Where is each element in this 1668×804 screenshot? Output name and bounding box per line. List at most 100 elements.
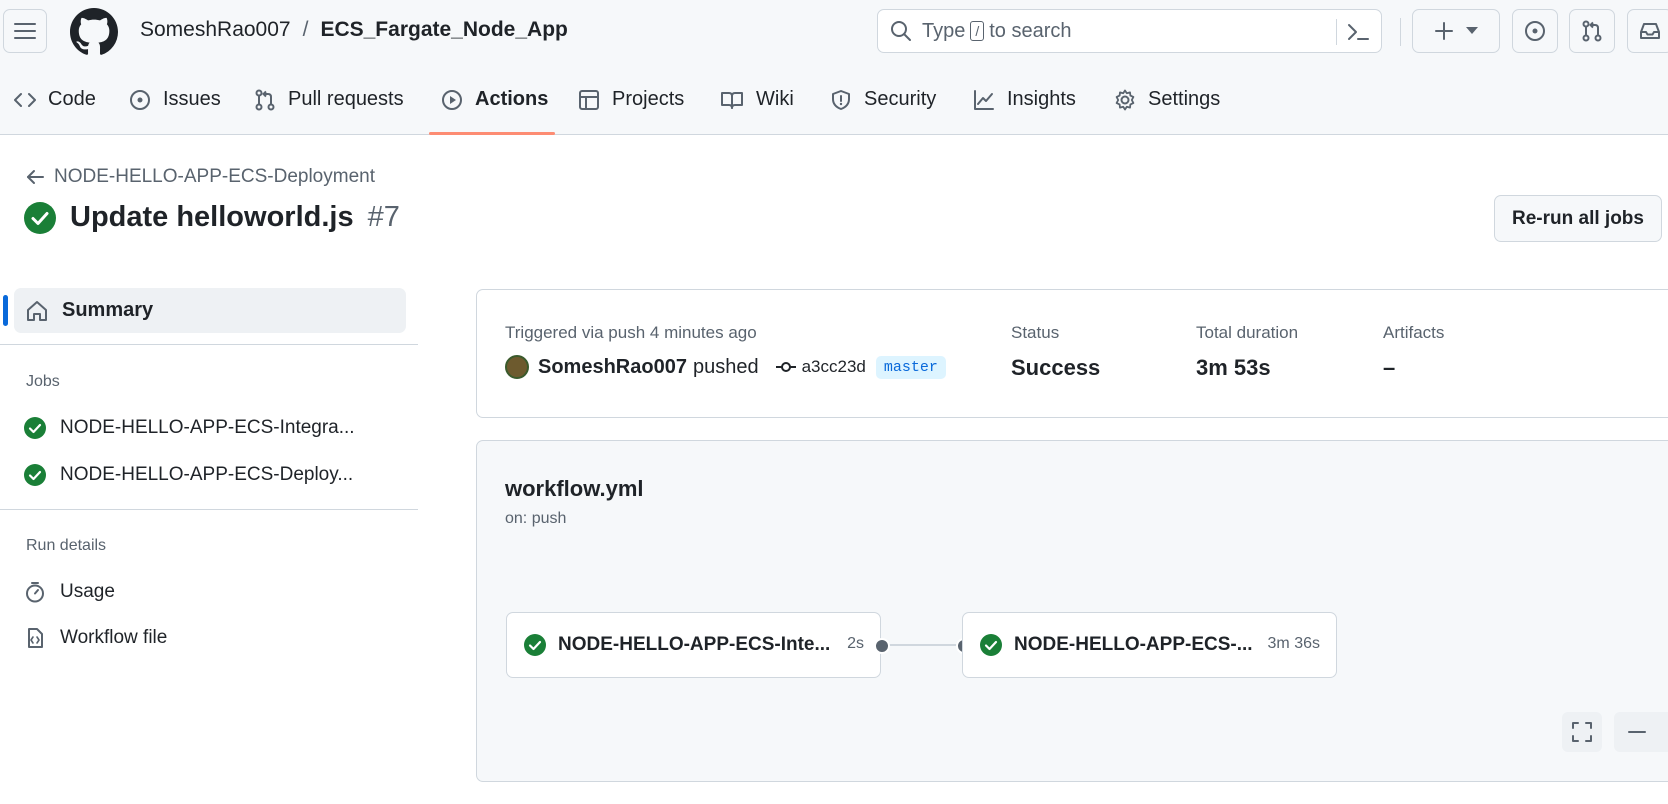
table-icon: [579, 89, 599, 110]
screen-full-icon: [1572, 722, 1592, 742]
tab-insights-label: Insights: [1007, 88, 1076, 110]
sidebar-job-label: NODE-HELLO-APP-ECS-Integra...: [60, 417, 355, 438]
arrow-left-icon: [27, 170, 44, 184]
play-icon: [442, 89, 462, 110]
issue-opened-icon: [130, 89, 150, 110]
trigger-info: Triggered via push 4 minutes ago: [505, 323, 757, 342]
search-placeholder: Type / to search: [922, 20, 1072, 43]
active-tab-indicator: [429, 132, 555, 135]
duration-stat: Total duration 3m 53s: [1196, 323, 1298, 381]
tab-actions-label: Actions: [475, 88, 549, 110]
zoom-out-button[interactable]: [1614, 712, 1668, 752]
check-circle-fill-icon: [24, 201, 56, 234]
header-separator: [1400, 18, 1401, 46]
tab-projects-label: Projects: [612, 88, 685, 110]
job-node-deployment[interactable]: NODE-HELLO-APP-ECS-... 3m 36s: [962, 612, 1337, 678]
repo-breadcrumb: SomeshRao007 / ECS_Fargate_Node_App: [140, 18, 568, 42]
tab-insights[interactable]: Insights: [973, 64, 1076, 135]
duration-label: Total duration: [1196, 323, 1299, 342]
search-placeholder-prefix: Type: [922, 19, 966, 42]
workflow-graph-card: workflow.yml on: push NODE-HELLO-APP-ECS…: [476, 440, 1668, 782]
create-new-button[interactable]: [1412, 9, 1500, 53]
book-icon: [721, 91, 743, 109]
repo-owner-link[interactable]: SomeshRao007: [140, 18, 291, 42]
job-duration: 3m 36s: [1267, 635, 1320, 652]
artifacts-value: –: [1383, 355, 1396, 380]
sidebar-item-label: Summary: [62, 299, 154, 321]
branch-badge[interactable]: master: [875, 355, 946, 379]
hamburger-icon: [14, 23, 36, 39]
github-logo-icon[interactable]: [70, 8, 118, 56]
tab-security-label: Security: [864, 88, 937, 110]
inbox-button[interactable]: [1627, 9, 1668, 53]
sidebar-job-integration[interactable]: NODE-HELLO-APP-ECS-Integra...: [24, 417, 355, 439]
tab-settings[interactable]: Settings: [1114, 64, 1220, 135]
sidebar-item-label: Workflow file: [60, 627, 168, 648]
fullscreen-button[interactable]: [1562, 712, 1602, 752]
job-name: NODE-HELLO-APP-ECS-...: [1014, 634, 1253, 655]
commit-sha: a3cc23d: [801, 357, 866, 376]
search-icon: [891, 21, 911, 41]
run-summary-card: Triggered via push 4 minutes ago SomeshR…: [476, 289, 1668, 418]
jobs-heading: Jobs: [26, 373, 60, 390]
actor-link[interactable]: SomeshRao007: [538, 356, 687, 379]
repo-name-link[interactable]: ECS_Fargate_Node_App: [320, 18, 567, 42]
issues-button[interactable]: [1512, 9, 1558, 53]
sidebar-job-label: NODE-HELLO-APP-ECS-Deploy...: [60, 464, 354, 485]
git-commit-icon: [775, 362, 796, 372]
job-node-integration[interactable]: NODE-HELLO-APP-ECS-Inte... 2s: [506, 612, 881, 678]
workflow-back-link[interactable]: NODE-HELLO-APP-ECS-Deployment: [26, 166, 375, 188]
workflow-file-name[interactable]: workflow.yml: [505, 476, 644, 502]
tab-wiki[interactable]: Wiki: [720, 64, 794, 135]
check-circle-fill-icon: [524, 634, 546, 656]
gear-icon: [1115, 89, 1135, 110]
code-icon: [14, 92, 36, 107]
status-stat: Status Success: [1011, 323, 1100, 381]
run-title: Update helloworld.js: [70, 201, 354, 233]
run-details-heading: Run details: [26, 537, 107, 554]
graph-icon: [974, 89, 994, 110]
check-circle-fill-icon: [980, 634, 1002, 656]
check-circle-fill-icon: [24, 417, 46, 439]
pull-requests-button[interactable]: [1569, 9, 1615, 53]
artifacts-stat: Artifacts –: [1383, 323, 1444, 381]
sidebar-item-summary[interactable]: Summary: [14, 288, 406, 333]
search-input[interactable]: Type / to search: [877, 9, 1382, 53]
menu-button[interactable]: [3, 9, 47, 53]
tab-pull-requests[interactable]: Pull requests: [254, 64, 404, 135]
search-divider: [1336, 19, 1337, 45]
tab-code[interactable]: Code: [14, 64, 96, 135]
plus-icon: [1435, 22, 1453, 40]
sidebar-item-usage[interactable]: Usage: [24, 581, 115, 603]
stopwatch-icon: [26, 582, 44, 603]
git-pull-request-icon: [1582, 20, 1602, 42]
command-palette-icon[interactable]: [1347, 22, 1369, 42]
sidebar-job-deployment[interactable]: NODE-HELLO-APP-ECS-Deploy...: [24, 464, 353, 486]
tab-issues[interactable]: Issues: [129, 64, 221, 135]
triangle-down-icon: [1466, 27, 1478, 34]
active-item-indicator: [3, 295, 8, 326]
workflow-name: NODE-HELLO-APP-ECS-Deployment: [54, 166, 375, 187]
tab-settings-label: Settings: [1148, 88, 1221, 110]
avatar[interactable]: [505, 355, 529, 379]
rerun-all-jobs-button[interactable]: Re-run all jobs: [1494, 195, 1662, 242]
dash-icon: [1628, 731, 1646, 733]
tab-actions[interactable]: Actions: [441, 64, 548, 135]
issue-opened-icon: [1525, 21, 1545, 41]
duration-value: 3m 53s: [1196, 355, 1271, 380]
tab-security[interactable]: Security: [830, 64, 936, 135]
check-circle-fill-icon: [24, 464, 46, 486]
artifacts-label: Artifacts: [1383, 323, 1445, 342]
tab-issues-label: Issues: [163, 88, 221, 110]
tab-wiki-label: Wiki: [756, 88, 794, 110]
tab-projects[interactable]: Projects: [578, 64, 684, 135]
sidebar-divider: [0, 344, 418, 345]
search-shortcut-key: /: [970, 21, 985, 41]
sidebar-item-workflow-file[interactable]: Workflow file: [24, 627, 167, 649]
tab-code-label: Code: [48, 88, 96, 110]
home-icon: [27, 300, 47, 321]
search-placeholder-suffix: to search: [989, 19, 1072, 42]
tab-pull-requests-label: Pull requests: [288, 88, 404, 110]
commit-link[interactable]: a3cc23d: [775, 357, 866, 377]
breadcrumb-separator: /: [302, 18, 309, 41]
